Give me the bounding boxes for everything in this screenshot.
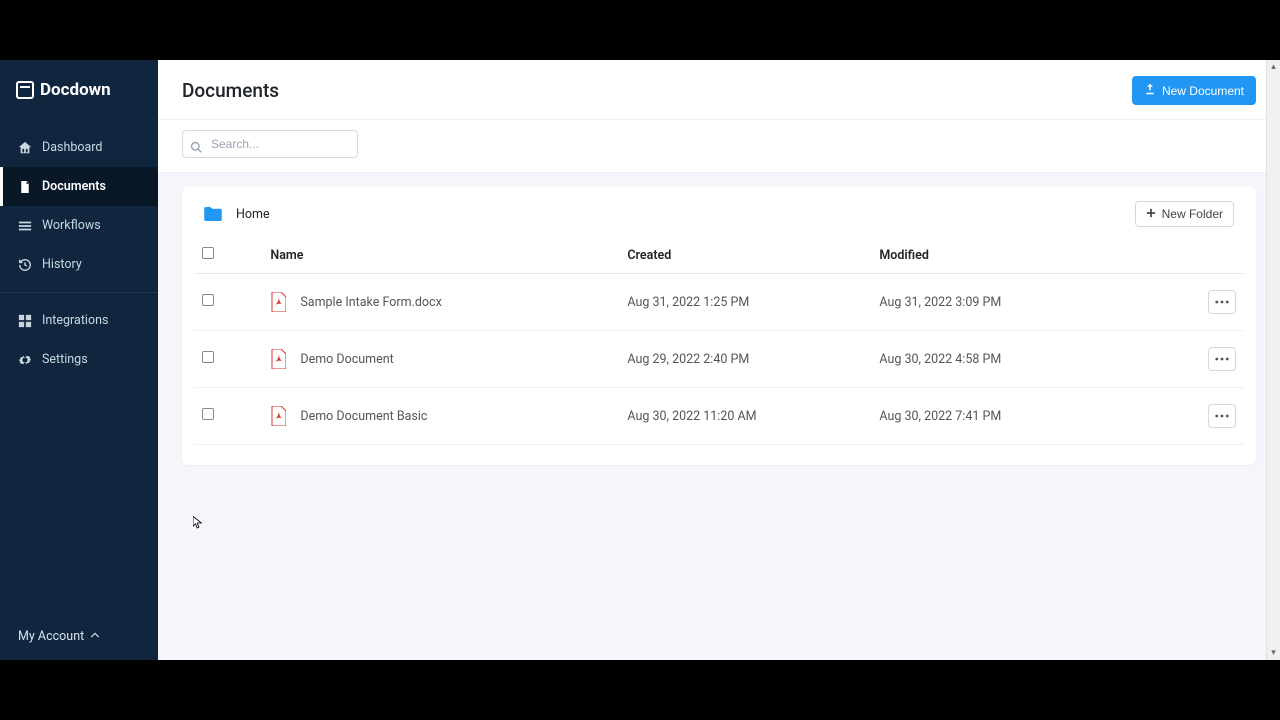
sidebar-item-label: History — [42, 257, 82, 272]
new-folder-button[interactable]: New Folder — [1135, 201, 1234, 227]
breadcrumb: Home — [204, 207, 270, 222]
column-header-modified[interactable]: Modified — [871, 237, 1123, 274]
column-header-name[interactable]: Name — [262, 237, 619, 274]
app-frame: Docdown Dashboard Documents Workflows — [0, 60, 1280, 660]
gear-icon — [18, 353, 32, 367]
brand-icon — [16, 81, 34, 99]
row-checkbox[interactable] — [202, 408, 214, 420]
pdf-icon — [270, 292, 286, 312]
modified-date: Aug 30, 2022 4:58 PM — [871, 331, 1123, 388]
main: Documents New Document — [158, 60, 1280, 660]
page-title: Documents — [182, 79, 279, 102]
plus-icon — [1146, 207, 1156, 221]
content: Home New Folder Name Created — [158, 173, 1280, 660]
sidebar-item-label: Integrations — [42, 313, 108, 328]
file-name: Sample Intake Form.docx — [300, 295, 441, 310]
sidebar-item-label: Dashboard — [42, 140, 102, 155]
vertical-scrollbar[interactable]: ▴ ▾ — [1266, 60, 1280, 660]
modified-date: Aug 30, 2022 7:41 PM — [871, 388, 1123, 445]
documents-panel: Home New Folder Name Created — [182, 187, 1256, 465]
search-input[interactable] — [182, 130, 358, 158]
my-account-toggle[interactable]: My Account — [0, 615, 158, 660]
new-folder-label: New Folder — [1162, 207, 1223, 221]
new-document-button[interactable]: New Document — [1132, 76, 1256, 105]
sidebar-item-dashboard[interactable]: Dashboard — [0, 128, 158, 167]
history-icon — [18, 258, 32, 272]
modified-date: Aug 31, 2022 3:09 PM — [871, 274, 1123, 331]
grid-icon — [18, 314, 32, 328]
pdf-icon — [270, 349, 286, 369]
created-date: Aug 31, 2022 1:25 PM — [619, 274, 871, 331]
file-name: Demo Document — [300, 352, 393, 367]
select-all-checkbox[interactable] — [202, 247, 214, 259]
search-bar — [158, 120, 1280, 173]
breadcrumb-home[interactable]: Home — [236, 207, 270, 222]
sidebar-item-label: Settings — [42, 352, 88, 367]
row-actions-button[interactable] — [1208, 290, 1236, 314]
nav: Dashboard Documents Workflows History — [0, 128, 158, 379]
document-icon — [18, 180, 32, 194]
row-checkbox[interactable] — [202, 294, 214, 306]
folder-icon — [204, 207, 222, 221]
table-row[interactable]: Sample Intake Form.docx Aug 31, 2022 1:2… — [194, 274, 1244, 331]
file-name: Demo Document Basic — [300, 409, 427, 424]
brand[interactable]: Docdown — [0, 60, 158, 120]
home-icon — [18, 141, 32, 155]
upload-icon — [1144, 83, 1156, 98]
pdf-icon — [270, 406, 286, 426]
sidebar-item-integrations[interactable]: Integrations — [0, 301, 158, 340]
table-row[interactable]: Demo Document Aug 29, 2022 2:40 PM Aug 3… — [194, 331, 1244, 388]
search-icon — [190, 138, 202, 150]
table-row[interactable]: Demo Document Basic Aug 30, 2022 11:20 A… — [194, 388, 1244, 445]
created-date: Aug 30, 2022 11:20 AM — [619, 388, 871, 445]
row-actions-button[interactable] — [1208, 347, 1236, 371]
sidebar-item-workflows[interactable]: Workflows — [0, 206, 158, 245]
scroll-up-arrow-icon[interactable]: ▴ — [1267, 60, 1280, 74]
column-header-created[interactable]: Created — [619, 237, 871, 274]
documents-table: Name Created Modified — [194, 237, 1244, 445]
scroll-down-arrow-icon[interactable]: ▾ — [1267, 646, 1280, 660]
sidebar-item-documents[interactable]: Documents — [0, 167, 158, 206]
created-date: Aug 29, 2022 2:40 PM — [619, 331, 871, 388]
sidebar: Docdown Dashboard Documents Workflows — [0, 60, 158, 660]
sidebar-item-label: Workflows — [42, 218, 101, 233]
chevron-up-icon — [90, 629, 100, 644]
sidebar-item-settings[interactable]: Settings — [0, 340, 158, 379]
sidebar-item-history[interactable]: History — [0, 245, 158, 284]
bars-icon — [18, 219, 32, 233]
sidebar-item-label: Documents — [42, 179, 106, 194]
row-checkbox[interactable] — [202, 351, 214, 363]
nav-separator — [0, 292, 158, 293]
new-document-label: New Document — [1162, 84, 1244, 98]
row-actions-button[interactable] — [1208, 404, 1236, 428]
my-account-label: My Account — [18, 629, 84, 644]
page-header: Documents New Document — [158, 60, 1280, 120]
brand-name: Docdown — [40, 80, 111, 100]
